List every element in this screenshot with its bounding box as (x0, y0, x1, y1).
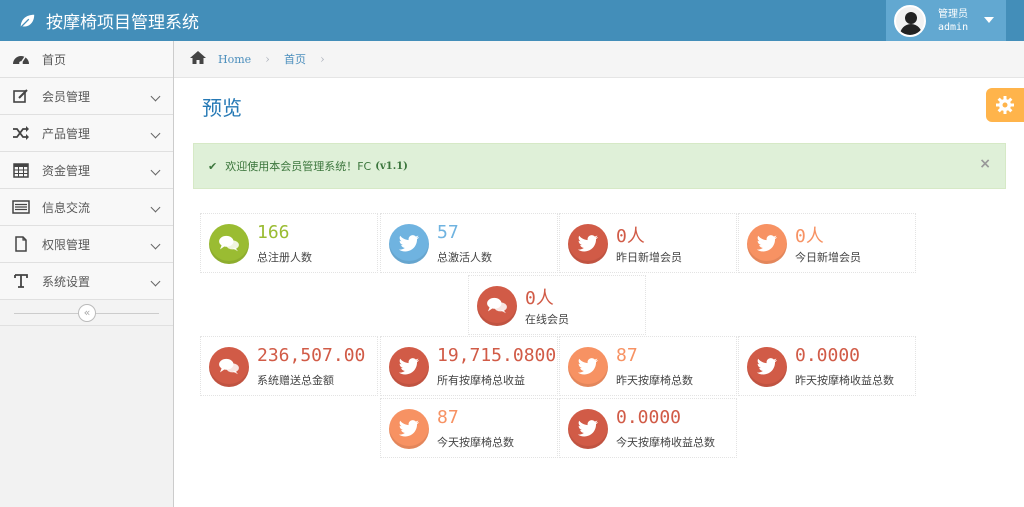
sidebar-item-products[interactable]: 产品管理 (0, 115, 173, 152)
user-role: 管理员 (938, 8, 968, 20)
breadcrumb: Home › 首页 › (174, 41, 1024, 78)
brand[interactable]: 按摩椅项目管理系统 (18, 0, 199, 41)
sidebar-item-label: 资金管理 (42, 163, 91, 178)
sidebar-item-label: 系统设置 (42, 274, 91, 289)
sidebar-item-label: 首页 (42, 52, 67, 67)
alert-version: (v1.1) (375, 160, 408, 172)
stat-label: 总激活人数 (437, 251, 492, 264)
comments-icon (209, 347, 249, 387)
check-icon: ✔ (208, 159, 218, 173)
breadcrumb-home-link[interactable]: Home (218, 53, 251, 66)
stat-box: 236,507.00 系统赠送总金额 (200, 336, 378, 396)
caret-down-icon (984, 17, 994, 23)
stat-label: 今天按摩椅总数 (437, 436, 514, 449)
stat-box: 19,715.0800 所有按摩椅总收益 (380, 336, 558, 396)
sidebar-item-label: 产品管理 (42, 126, 91, 141)
chevron-down-icon (150, 202, 161, 213)
stat-value: 0人 (616, 226, 645, 247)
comments-icon (477, 286, 517, 326)
top-navbar: 按摩椅项目管理系统 管理员 admin (0, 0, 1024, 41)
stat-value: 0人 (795, 226, 824, 247)
breadcrumb-separator-icon: › (265, 52, 270, 66)
twitter-icon (568, 347, 608, 387)
user-name: admin (938, 21, 969, 33)
stat-box: 166 总注册人数 (200, 213, 378, 273)
twitter-icon (568, 409, 608, 449)
stat-box: 0.0000 今天按摩椅收益总数 (559, 398, 737, 458)
stat-box: 57 总激活人数 (380, 213, 558, 273)
breadcrumb-current[interactable]: 首页 (284, 51, 306, 67)
gear-icon (996, 96, 1014, 114)
stat-label: 总注册人数 (257, 251, 312, 264)
stat-box: 0.0000 昨天按摩椅收益总数 (738, 336, 916, 396)
alert-message: 欢迎使用本会员管理系统！FC (225, 160, 372, 173)
user-menu[interactable]: 管理员 admin (886, 0, 1006, 41)
page-title: 预览 (202, 96, 242, 120)
sidebar-item-settings[interactable]: 系统设置 (0, 263, 173, 300)
home-icon[interactable] (190, 51, 206, 67)
stat-label: 昨日新增会员 (616, 251, 682, 264)
sidebar-item-messages[interactable]: 信息交流 (0, 189, 173, 226)
stat-label: 今日新增会员 (795, 251, 861, 264)
chevron-down-icon (150, 91, 161, 102)
sidebar-collapse-button[interactable]: « (78, 304, 96, 322)
sidebar-item-members[interactable]: 会员管理 (0, 78, 173, 115)
sidebar-collapse: « (0, 300, 173, 326)
sidebar-item-permissions[interactable]: 权限管理 (0, 226, 173, 263)
stat-value: 0.0000 (616, 407, 682, 428)
dashboard-icon (12, 51, 30, 67)
stat-label: 今天按摩椅收益总数 (616, 436, 715, 449)
chevron-down-icon (150, 128, 161, 139)
chevron-down-icon (150, 276, 161, 287)
text-icon (12, 273, 30, 289)
stat-value: 87 (616, 345, 638, 366)
stat-label: 所有按摩椅总收益 (437, 374, 525, 387)
stat-value: 166 (257, 222, 290, 243)
stat-value: 57 (437, 222, 459, 243)
stat-value: 87 (437, 407, 459, 428)
leaf-icon (20, 14, 35, 28)
sidebar: 首页 会员管理 产品管理 资金管理 信息交流 权限管理 系统设置 « (0, 41, 174, 507)
comments-icon (209, 224, 249, 264)
stat-box: 87 昨天按摩椅总数 (559, 336, 737, 396)
chevron-down-icon (150, 165, 161, 176)
sidebar-item-label: 权限管理 (42, 237, 91, 252)
stat-label: 昨天按摩椅收益总数 (795, 374, 894, 387)
stat-box: 0人在线会员 (468, 275, 646, 335)
twitter-icon (389, 347, 429, 387)
sidebar-item-label: 会员管理 (42, 89, 91, 104)
sidebar-item-funds[interactable]: 资金管理 (0, 152, 173, 189)
sidebar-item-label: 信息交流 (42, 200, 91, 215)
stat-value: 19,715.0800 (437, 345, 557, 366)
stat-label: 系统赠送总金额 (257, 374, 334, 387)
twitter-icon (568, 224, 608, 264)
twitter-icon (389, 409, 429, 449)
settings-toggle-button[interactable] (986, 88, 1024, 122)
breadcrumb-separator-icon: › (319, 52, 325, 66)
list-icon (12, 199, 30, 215)
stat-value: 236,507.00 (257, 345, 366, 366)
stat-label: 昨天按摩椅总数 (616, 374, 693, 387)
welcome-alert: ✔ 欢迎使用本会员管理系统！FC (v1.1) × (193, 143, 1006, 189)
twitter-icon (747, 347, 787, 387)
stat-value: 0人 (525, 288, 554, 309)
shuffle-icon (12, 125, 30, 141)
alert-close-button[interactable]: × (979, 156, 991, 172)
app-title: 按摩椅项目管理系统 (46, 13, 199, 33)
twitter-icon (747, 224, 787, 264)
avatar (894, 4, 926, 37)
stat-box: 87 今天按摩椅总数 (380, 398, 558, 458)
stat-box: 0人今日新增会员 (738, 213, 916, 273)
stat-label: 在线会员 (525, 313, 569, 326)
twitter-icon (389, 224, 429, 264)
stat-value: 0.0000 (795, 345, 861, 366)
edit-icon (12, 88, 30, 104)
stat-box: 0人昨日新增会员 (559, 213, 737, 273)
calendar-icon (12, 162, 30, 178)
file-icon (12, 236, 30, 252)
chevron-down-icon (150, 239, 161, 250)
sidebar-item-home[interactable]: 首页 (0, 41, 173, 78)
